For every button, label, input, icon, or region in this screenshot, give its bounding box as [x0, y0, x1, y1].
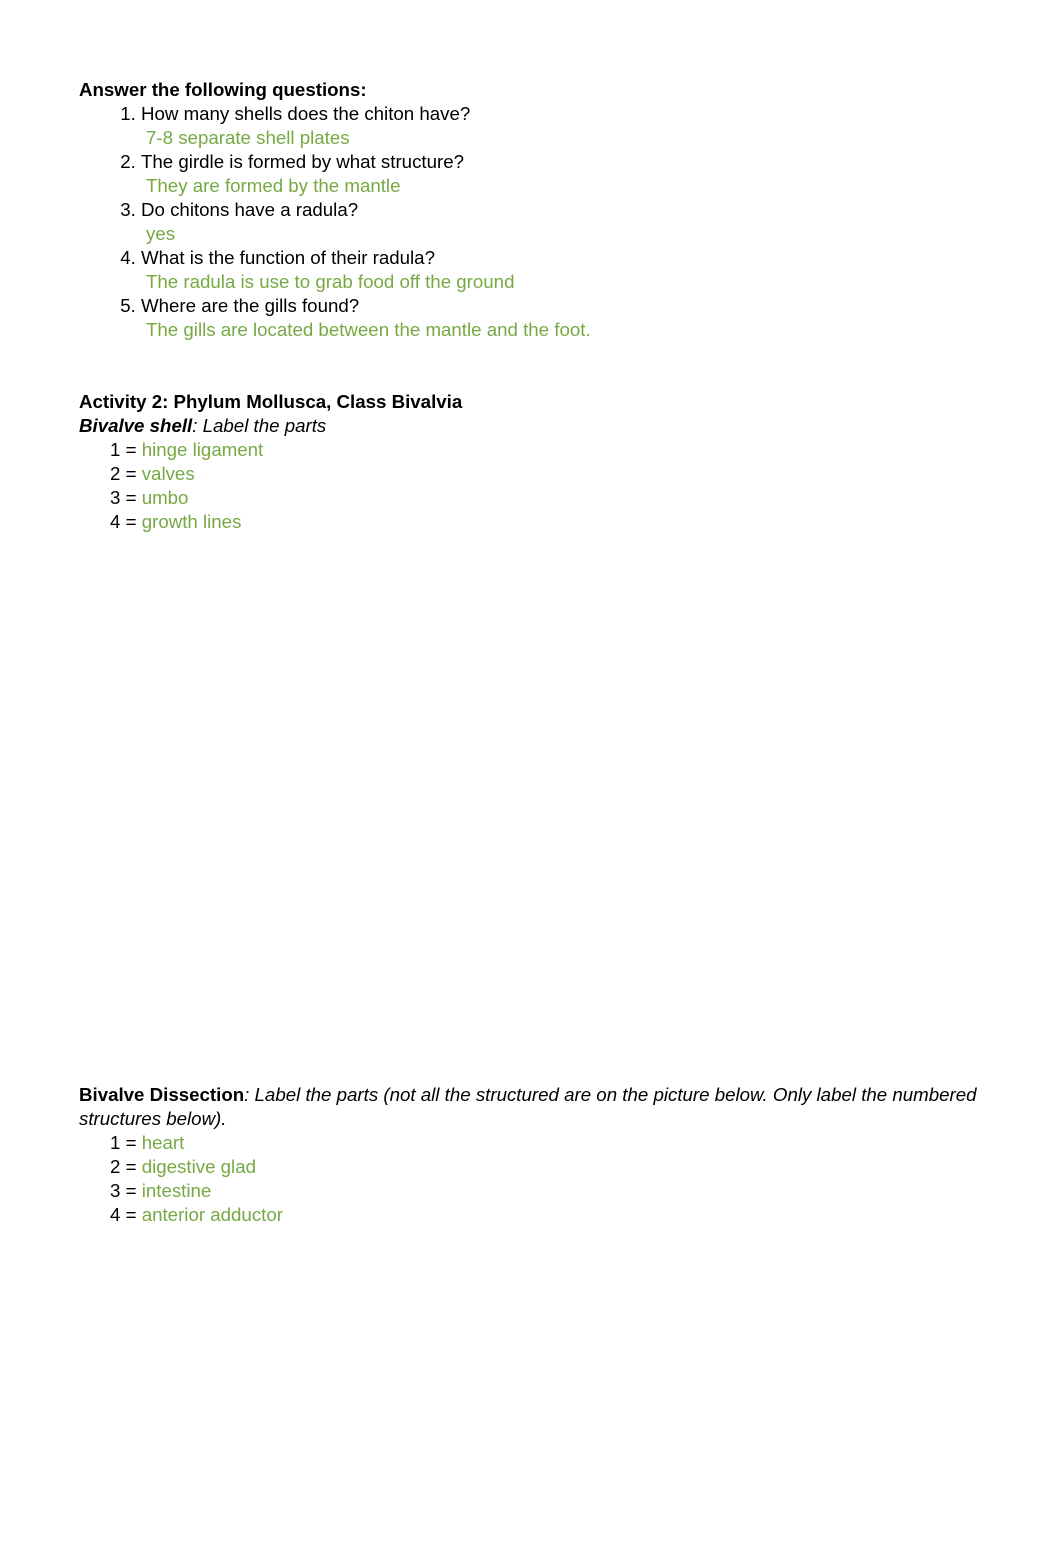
label-value-shell-2: valves	[141, 463, 195, 484]
bivalve-dissection-label: Bivalve Dissection	[79, 1084, 245, 1105]
label-value-shell-1: hinge ligament	[141, 439, 264, 460]
label-value-diss-1: heart	[141, 1132, 185, 1153]
image-placeholder-bivalve-shell	[79, 534, 982, 1083]
answer-text-1: 7-8 separate shell plates	[146, 127, 350, 148]
label-number-shell-2: 2 =	[110, 463, 137, 484]
label-item-diss-4: 4 = anterior adductor	[79, 1203, 982, 1227]
question-text-3: Do chitons have a radula?	[141, 199, 359, 220]
bivalve-shell-label: Bivalve shell	[79, 415, 193, 436]
label-number-diss-3: 3 =	[110, 1180, 137, 1201]
answer-text-3: yes	[146, 223, 176, 244]
question-text-2: The girdle is formed by what structure?	[141, 151, 465, 172]
label-number-shell-1: 1 =	[110, 439, 137, 460]
answer-text-4: The radula is use to grab food off the g…	[146, 271, 515, 292]
bivalve-shell-instruction: : Label the parts	[192, 415, 327, 436]
answer-text-5: The gills are located between the mantle…	[146, 319, 591, 340]
label-value-diss-2: digestive glad	[141, 1156, 256, 1177]
label-item-diss-1: 1 = heart	[79, 1131, 982, 1155]
section-spacer-top	[79, 342, 982, 390]
label-value-shell-3: umbo	[141, 487, 189, 508]
question-item-1: How many shells does the chiton have? 7-…	[141, 102, 982, 150]
bivalve-shell-label-list: 1 = hinge ligament 2 = valves 3 = umbo 4…	[79, 438, 982, 534]
question-text-1: How many shells does the chiton have?	[141, 103, 471, 124]
bivalve-dissection-heading: Bivalve Dissection: Label the parts (not…	[79, 1083, 979, 1131]
question-text-4: What is the function of their radula?	[141, 247, 435, 268]
question-item-3: Do chitons have a radula? yes	[141, 198, 982, 246]
bivalve-shell-subheading: Bivalve shell: Label the parts	[79, 414, 982, 438]
question-item-5: Where are the gills found? The gills are…	[141, 294, 982, 342]
questions-section-heading: Answer the following questions:	[79, 79, 367, 100]
label-item-diss-2: 2 = digestive glad	[79, 1155, 982, 1179]
label-number-shell-4: 4 =	[110, 511, 137, 532]
label-number-diss-4: 4 =	[110, 1204, 137, 1225]
label-number-diss-1: 1 =	[110, 1132, 137, 1153]
label-number-diss-2: 2 =	[110, 1156, 137, 1177]
document-page: Answer the following questions: How many…	[0, 0, 1062, 1556]
activity-2-heading: Activity 2: Phylum Mollusca, Class Bival…	[79, 391, 463, 412]
bivalve-dissection-label-list: 1 = heart 2 = digestive glad 3 = intesti…	[79, 1131, 982, 1227]
label-value-diss-3: intestine	[141, 1180, 212, 1201]
document-body: Answer the following questions: How many…	[79, 78, 982, 1227]
label-value-diss-4: anterior adductor	[141, 1204, 283, 1225]
label-value-shell-4: growth lines	[141, 511, 242, 532]
label-item-shell-1: 1 = hinge ligament	[79, 438, 982, 462]
question-text-5: Where are the gills found?	[141, 295, 360, 316]
question-item-2: The girdle is formed by what structure? …	[141, 150, 982, 198]
label-item-shell-2: 2 = valves	[79, 462, 982, 486]
questions-list: How many shells does the chiton have? 7-…	[79, 102, 982, 342]
label-number-shell-3: 3 =	[110, 487, 137, 508]
question-item-4: What is the function of their radula? Th…	[141, 246, 982, 294]
label-item-diss-3: 3 = intestine	[79, 1179, 982, 1203]
label-item-shell-4: 4 = growth lines	[79, 510, 982, 534]
label-item-shell-3: 3 = umbo	[79, 486, 982, 510]
answer-text-2: They are formed by the mantle	[146, 175, 401, 196]
